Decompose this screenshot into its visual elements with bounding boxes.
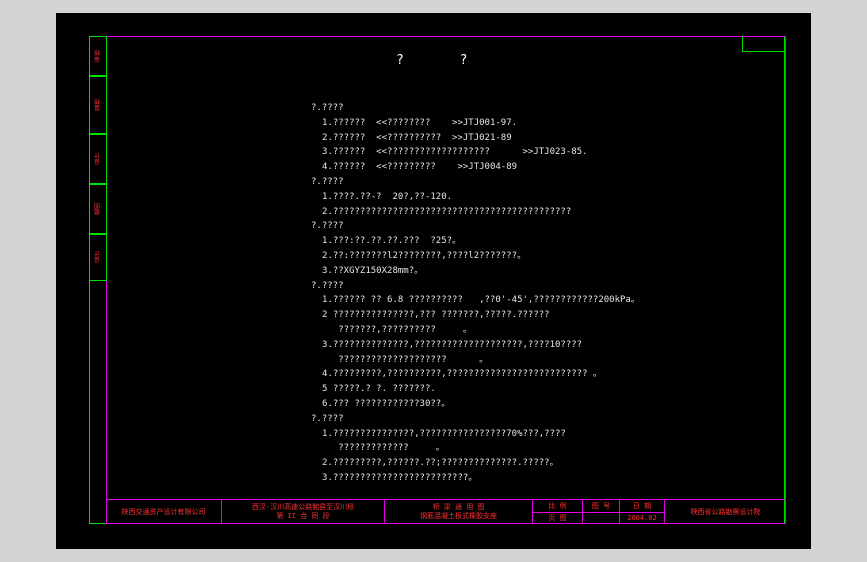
note-line: 1.???:??.??.??.??? ?25?。	[322, 236, 462, 247]
strip-cell-3: 设计	[89, 134, 107, 184]
note-line: 1.?????? <<???????? >>JTJ001-97.	[322, 117, 518, 128]
drawing-line-2: 钢筋混凝土板式橡胶支座	[420, 512, 497, 520]
strip-cell-2: 复核	[89, 76, 107, 134]
title-block-number-value	[582, 512, 619, 524]
drawing-title: ? ?	[396, 53, 492, 68]
title-block-date-value: 2004.02	[619, 512, 664, 524]
cad-viewport[interactable]: 审核 复核 设计 描图 设计 ? ? ?.???? 1.?????? <<???…	[56, 13, 811, 549]
title-block-project: 西汉-汉川高速公路勉县至汉川段 第 II 合 同 段	[221, 500, 384, 524]
title-block-scale-label: 比 例	[532, 500, 582, 512]
section-heading: ?.????	[311, 103, 344, 113]
left-approval-strip: 审核 复核 设计 描图 设计	[89, 36, 107, 281]
note-line: 2.?????????,??????.??;??????????????.???…	[322, 458, 559, 469]
note-line: ????????????? 。	[322, 443, 445, 454]
section-heading: ?.????	[311, 176, 344, 187]
corner-tag-box	[742, 36, 785, 52]
note-line: 6.??? ????????????30??。	[322, 398, 451, 409]
note-line: 2.??:???????l2????????,????l2???????。	[322, 250, 527, 261]
drawing-line-1: 桥 梁 通 用 图	[432, 503, 485, 511]
note-line: 3.?????? <<??????????????????? >>JTJ023-…	[322, 147, 588, 158]
note-line: 2.?????? <<?????????? >>JTJ021-89	[322, 132, 512, 143]
project-line-2: 第 II 合 同 段	[276, 512, 330, 520]
section-heading: ?.????	[311, 413, 344, 424]
note-line: 2.??????????????????????????????????????…	[322, 206, 572, 217]
note-line: 1.?????? ?? 6.8 ?????????? ,??0'-45',???…	[322, 295, 640, 306]
strip-cell-1: 审核	[89, 36, 107, 76]
notes-text-block: ?.???? 1.?????? <<???????? >>JTJ001-97. …	[311, 101, 640, 486]
note-line: 1.???????????????,????????????????70%???…	[322, 428, 566, 439]
note-line: 3.??????????????,????????????????????,??…	[322, 339, 583, 350]
note-line: 3.?????????????????????????。	[322, 472, 478, 483]
note-line: 4.?????????,??????????,?????????????????…	[322, 369, 602, 380]
title-block: 陕西交通资产设计有限公司 西汉-汉川高速公路勉县至汉川段 第 II 合 同 段 …	[106, 499, 786, 524]
title-block-institute: 陕西省公路勘察设计院	[664, 500, 786, 524]
note-line: 1.????.??-? 20?,??-120.	[322, 191, 453, 202]
note-line: ???????????????????? 。	[322, 354, 489, 365]
section-heading: ?.????	[311, 221, 344, 232]
section-heading: ?.????	[311, 280, 344, 291]
title-block-divider	[532, 512, 664, 513]
title-block-date-label: 日 期	[619, 500, 664, 512]
strip-cell-4: 描图	[89, 184, 107, 234]
note-line: ???????,?????????? 。	[322, 324, 472, 335]
strip-cell-5: 设计	[89, 234, 107, 281]
note-line: 4.?????? <<????????? >>JTJ004-89	[322, 162, 518, 173]
title-block-drawing-name: 桥 梁 通 用 图 钢筋混凝土板式橡胶支座	[384, 500, 532, 524]
note-line: 2 ???????????????,??? ???????,?????.????…	[322, 310, 550, 321]
note-line: 3.??XGYZ150X28mm?。	[322, 265, 424, 276]
title-block-sheet-label: 页 图	[532, 512, 582, 524]
note-line: 5 ?????.? ?. ???????.	[322, 384, 436, 395]
title-block-number-label: 图 号	[582, 500, 619, 512]
project-line-1: 西汉-汉川高速公路勉县至汉川段	[251, 503, 355, 511]
title-block-company: 陕西交通资产设计有限公司	[121, 507, 206, 516]
